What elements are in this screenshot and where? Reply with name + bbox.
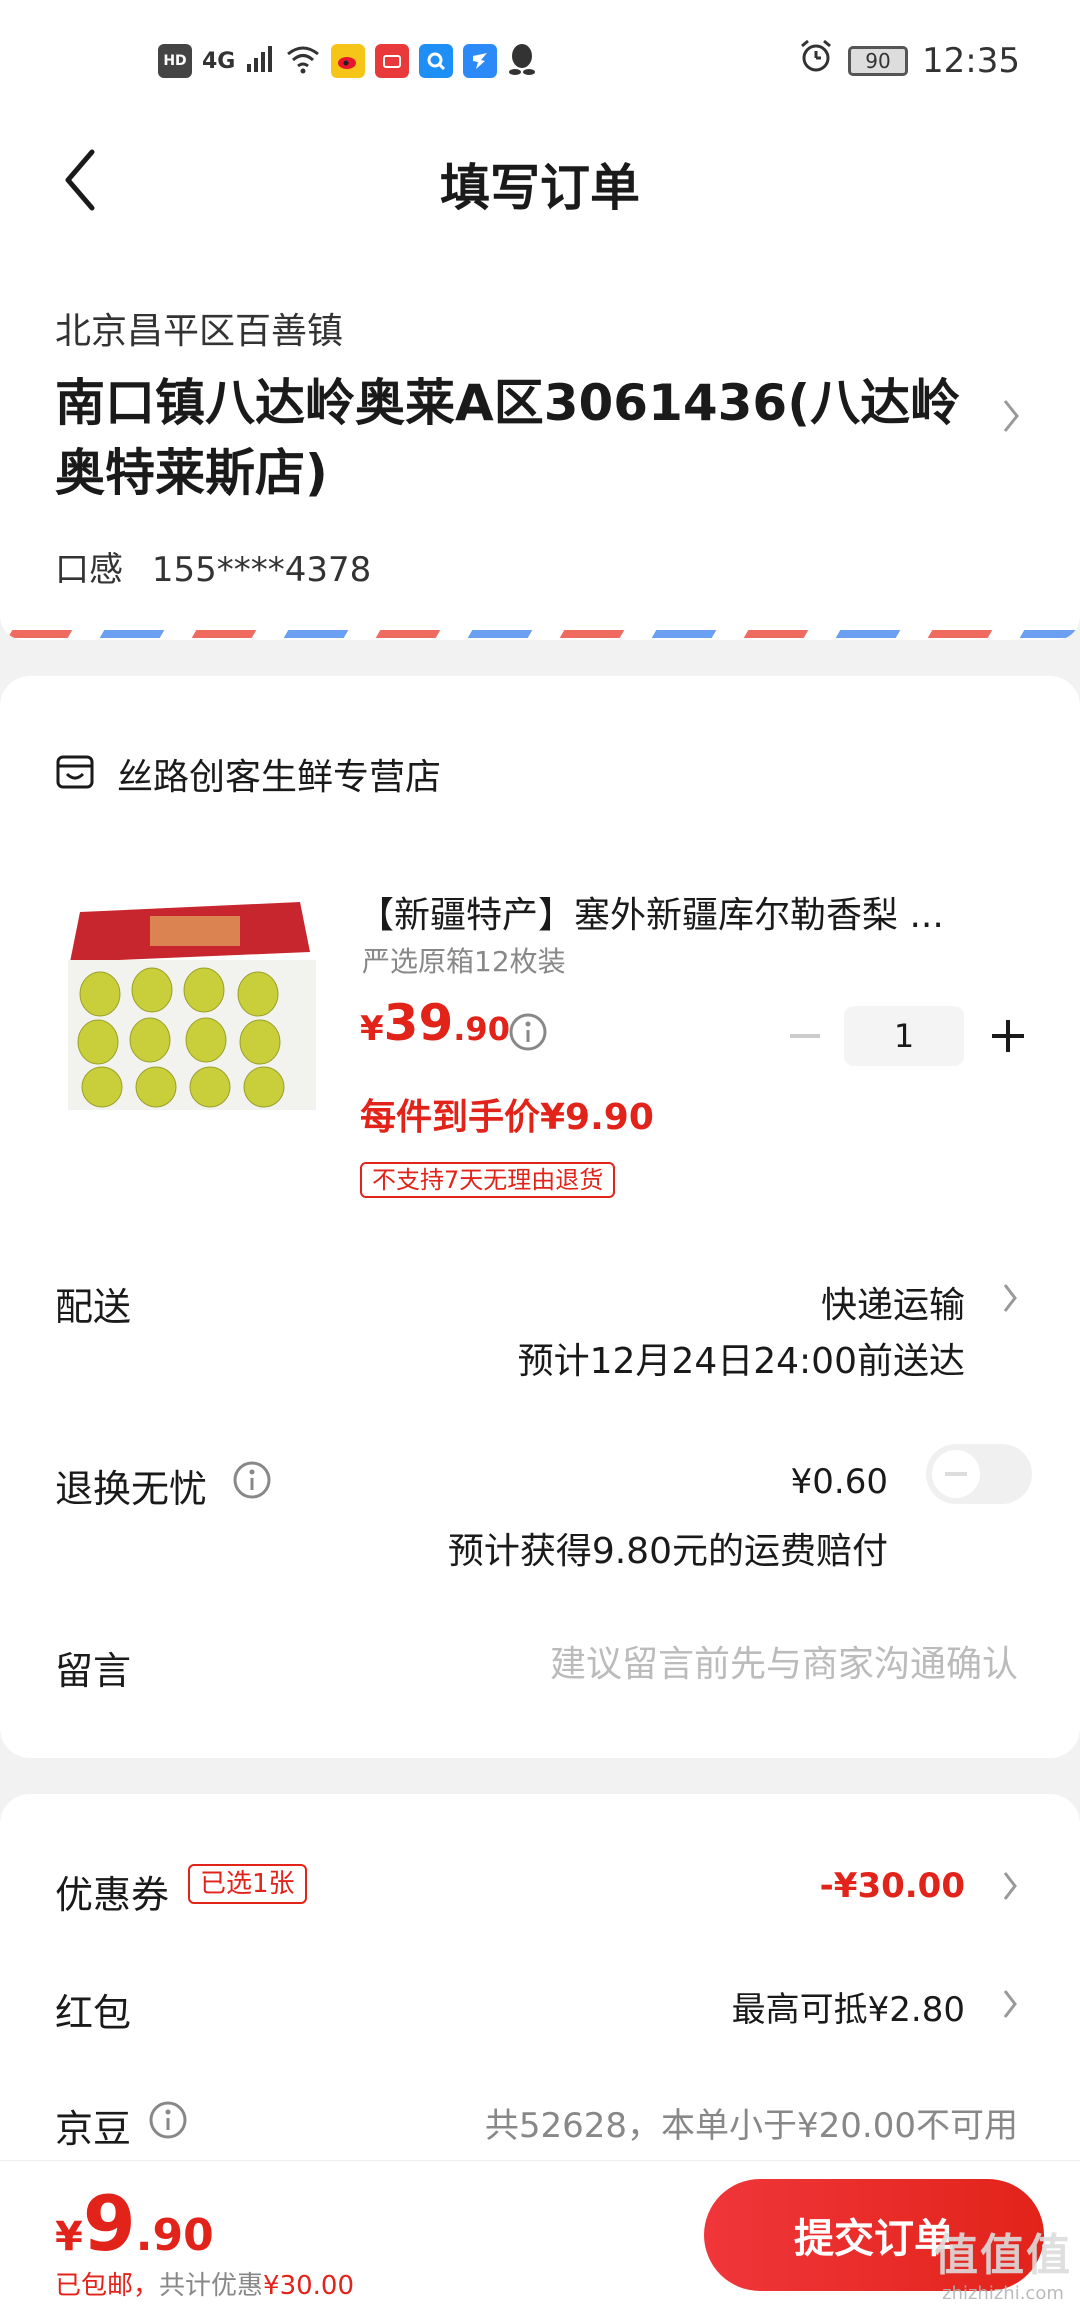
watermark-url: zhizhizhi.com <box>942 2283 1064 2304</box>
quantity-value[interactable]: 1 <box>844 1006 964 1066</box>
product-price: ¥39.90 <box>360 994 510 1052</box>
weibo-icon <box>331 44 366 78</box>
battery-icon: 90 <box>848 45 909 76</box>
watermark-logo: 值值值 <box>934 2230 1072 2281</box>
address-detail: 南口镇八达岭奥莱A区3061436(八达岭奥特莱斯店) <box>55 374 961 502</box>
quantity-stepper: 1 <box>780 1006 1038 1066</box>
chevron-right-icon <box>1002 398 1020 438</box>
coupon-label: 优惠券 <box>55 1873 170 1917</box>
jd-bean-label: 京豆 <box>55 2107 132 2151</box>
store-name: 丝路创客生鲜专营店 <box>117 757 442 798</box>
redpack-value[interactable]: 最高可抵¥2.80 <box>732 1982 965 2031</box>
insurance-price: ¥0.60 <box>790 1462 888 1502</box>
no-return-tag: 不支持7天无理由退货 <box>360 1162 616 1198</box>
page-title: 填写订单 <box>440 159 640 217</box>
insurance-toggle[interactable] <box>926 1444 1032 1504</box>
toggle-knob <box>932 1450 980 1498</box>
recipient-phone: 155****4378 <box>151 550 372 590</box>
chevron-right-icon[interactable] <box>1002 1870 1018 1906</box>
total-price: ¥9.90 <box>55 2179 214 2268</box>
insurance-label: 退换无忧 <box>55 1467 208 1511</box>
jd-bean-value: 共52628，本单小于¥20.00不可用 <box>484 2106 1018 2146</box>
unit-price: 每件到手价¥9.90 <box>360 1097 654 1138</box>
coupon-value[interactable]: -¥30.00 <box>820 1866 965 1906</box>
quantity-increase-button[interactable] <box>978 1006 1038 1066</box>
address-region: 北京昌平区百善镇 <box>55 311 344 352</box>
product-spec: 严选原箱12枚装 <box>362 945 566 978</box>
delivery-label: 配送 <box>55 1285 132 1329</box>
message-label: 留言 <box>55 1649 132 1693</box>
status-icons-right: 90 12:35 <box>798 38 1020 83</box>
watermark: 值值值 zhizhizhi.com <box>934 2219 1072 2304</box>
chevron-right-icon[interactable] <box>1002 1988 1018 2024</box>
wifi-icon <box>285 44 321 78</box>
chevron-right-icon[interactable] <box>1002 1282 1018 1318</box>
insurance-note: 预计获得9.80元的运费赔付 <box>447 1531 888 1572</box>
order-card: 丝路创客生鲜专营店 【新疆特产】塞外新疆库尔勒香梨 ... 严选原箱12枚装 ¥… <box>0 676 1080 1758</box>
nav-bar: 填写订单 <box>0 120 1080 240</box>
status-bar: HD 4G 90 12:35 <box>0 0 1080 120</box>
bottom-bar: ¥9.90 已包邮，共计优惠¥30.00 提交订单 值值值 zhizhizhi.… <box>0 2160 1080 2310</box>
price-info-icon[interactable] <box>508 1012 548 1056</box>
address-card[interactable]: 北京昌平区百善镇 南口镇八达岭奥莱A区3061436(八达岭奥特莱斯店) 口感 … <box>0 240 1080 640</box>
store-icon <box>55 754 95 794</box>
delivery-method[interactable]: 快递运输 <box>821 1276 965 1328</box>
recipient-name: 口感 <box>55 550 123 590</box>
network-type: 4G <box>202 48 236 74</box>
status-icons-left: HD 4G <box>158 42 537 80</box>
alarm-icon <box>798 38 834 83</box>
coupon-selected-tag: 已选1张 <box>188 1864 307 1904</box>
address-contact: 口感 155****4378 <box>55 542 389 591</box>
store-row[interactable]: 丝路创客生鲜专营店 <box>55 748 441 800</box>
insurance-info-icon[interactable] <box>232 1460 272 1504</box>
delivery-eta: 预计12月24日24:00前送达 <box>517 1341 965 1382</box>
signal-icon <box>245 44 275 78</box>
dingtalk-icon <box>463 44 498 78</box>
message-input[interactable] <box>418 1636 1018 1692</box>
product-image[interactable] <box>60 882 325 1122</box>
total-note: 已包邮，共计优惠¥30.00 <box>55 2271 355 2301</box>
status-time: 12:35 <box>922 40 1020 81</box>
quantity-decrease-button[interactable] <box>780 1011 830 1061</box>
product-title[interactable]: 【新疆特产】塞外新疆库尔勒香梨 ... <box>358 886 1008 938</box>
redpack-label: 红包 <box>55 1991 132 2035</box>
jd-bean-info-icon[interactable] <box>148 2100 188 2144</box>
qq-icon <box>507 42 537 80</box>
huawei-app-icon <box>375 44 410 78</box>
hd-icon: HD <box>158 44 192 78</box>
search-app-icon <box>419 44 454 78</box>
